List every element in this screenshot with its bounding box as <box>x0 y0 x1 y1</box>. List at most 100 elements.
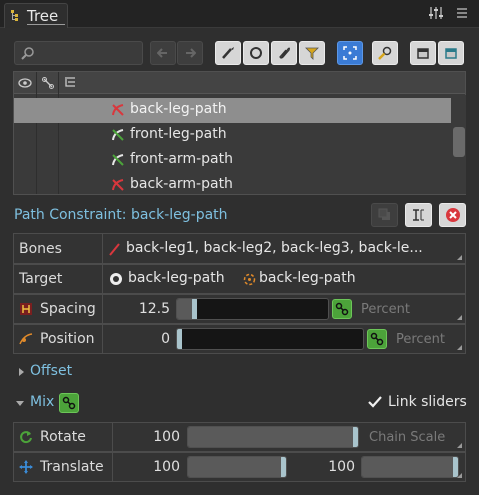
position-mode[interactable]: Percent <box>396 332 445 347</box>
rename-icon <box>412 209 424 221</box>
search-icon <box>21 47 34 60</box>
slider-knob[interactable] <box>177 329 182 349</box>
duplicate-icon <box>378 208 390 220</box>
checkmark-icon[interactable] <box>367 395 383 409</box>
tree-view[interactable]: back-leg-path front-leg-path front-arm-p… <box>13 71 466 195</box>
hierarchy-icon[interactable] <box>64 77 76 89</box>
sliders-icon[interactable] <box>428 6 444 20</box>
filter-slots-button[interactable] <box>243 41 269 65</box>
collapse-icon <box>417 48 429 59</box>
focus-button[interactable] <box>337 41 363 65</box>
tree-row-back-leg-path[interactable]: back-leg-path <box>14 98 451 123</box>
translate-icon <box>19 460 33 474</box>
tree-row-label: front-leg-path <box>130 126 227 142</box>
tree-row-label: back-arm-path <box>130 176 233 192</box>
focus-icon <box>343 46 357 60</box>
slider-knob[interactable] <box>353 427 358 447</box>
tab-label: Tree <box>27 7 59 25</box>
rotate-mode[interactable]: Chain Scale <box>369 430 445 445</box>
tab-bar: Tree <box>0 0 479 28</box>
menu-icon[interactable] <box>456 7 468 19</box>
offset-section-header[interactable]: Offset <box>30 363 72 379</box>
rotate-slider[interactable] <box>187 426 359 448</box>
search-input[interactable] <box>39 44 139 62</box>
tree-icon <box>11 10 18 21</box>
cell-divider <box>112 453 113 481</box>
radio-selected-icon[interactable] <box>109 272 123 286</box>
expand-button[interactable] <box>438 41 464 65</box>
slider-knob[interactable] <box>281 457 286 477</box>
link-icon <box>335 302 349 316</box>
spacing-slider[interactable] <box>176 298 329 320</box>
mix-mode-button[interactable] <box>59 393 79 413</box>
path-green-icon <box>112 154 124 166</box>
spacing-row: Spacing 12.5 Percent <box>13 294 466 324</box>
target-label: Target <box>19 271 63 287</box>
tab-underline <box>27 24 65 25</box>
tree-row-label: back-leg-path <box>130 101 227 117</box>
spacing-icon <box>20 303 32 315</box>
search-field[interactable] <box>14 41 143 65</box>
tree-row-front-leg-path[interactable]: front-leg-path <box>14 123 451 148</box>
bones-value[interactable]: back-leg1, back-leg2, back-leg3, back-le… <box>126 240 423 256</box>
chevron-right-icon[interactable] <box>16 367 26 377</box>
bone-header-icon[interactable] <box>42 77 54 89</box>
rename-button[interactable] <box>405 203 432 227</box>
position-row: Position 0 Percent <box>13 324 466 354</box>
rotate-value[interactable]: 100 <box>124 429 180 445</box>
dropdown-corner <box>457 345 462 350</box>
link-sliders-label[interactable]: Link sliders <box>388 394 467 410</box>
filter-button[interactable] <box>299 41 325 65</box>
link-icon <box>370 332 384 346</box>
translate-y-value[interactable]: 100 <box>299 459 355 475</box>
find-key-button[interactable] <box>372 41 398 65</box>
arrow-right-icon <box>186 48 196 58</box>
mix-section-header[interactable]: Mix <box>30 394 54 410</box>
spacing-mode-button[interactable] <box>332 299 352 319</box>
spacing-label: Spacing <box>40 301 96 317</box>
cell-divider <box>102 295 103 323</box>
path-target-icon <box>243 273 256 286</box>
tab-tree[interactable]: Tree <box>4 3 68 28</box>
target-value[interactable]: back-leg-path <box>128 270 225 286</box>
spacing-value[interactable]: 12.5 <box>114 301 170 317</box>
spacing-mode[interactable]: Percent <box>361 302 410 317</box>
previous-button[interactable] <box>150 41 176 65</box>
position-mode-button[interactable] <box>367 329 387 349</box>
bone-icon <box>109 243 120 256</box>
arrow-left-icon <box>157 48 167 58</box>
tree-row-label: front-arm-path <box>130 151 233 167</box>
bones-row: Bones back-leg1, back-leg2, back-leg3, b… <box>13 233 466 264</box>
tree-row-back-arm-path[interactable]: back-arm-path <box>14 173 451 198</box>
magnify-key-icon <box>378 46 392 60</box>
position-value[interactable]: 0 <box>114 331 170 347</box>
slider-fill <box>188 457 283 477</box>
position-label: Position <box>40 331 95 347</box>
duplicate-button[interactable] <box>371 203 398 227</box>
delete-button[interactable] <box>439 203 466 227</box>
filter-attachments-button[interactable] <box>271 41 297 65</box>
target-path-value[interactable]: back-leg-path <box>259 270 356 286</box>
position-slider[interactable] <box>176 328 364 350</box>
cell-divider <box>102 265 103 293</box>
tree-row-front-arm-path[interactable]: front-arm-path <box>14 148 451 173</box>
dropdown-corner <box>457 255 462 260</box>
slider-knob[interactable] <box>192 299 197 319</box>
translate-x-value[interactable]: 100 <box>124 459 180 475</box>
cell-divider <box>102 234 103 263</box>
delete-icon <box>445 208 460 222</box>
path-red-icon <box>112 179 124 191</box>
bones-label: Bones <box>19 240 62 257</box>
next-button[interactable] <box>177 41 203 65</box>
chevron-down-icon[interactable] <box>15 398 25 408</box>
tree-scroll-thumb[interactable] <box>453 127 465 157</box>
translate-x-slider[interactable] <box>187 456 287 478</box>
translate-row: Translate 100 100 <box>13 452 466 482</box>
position-icon <box>19 333 33 345</box>
eye-icon[interactable] <box>18 77 32 89</box>
rotate-label: Rotate <box>40 429 86 445</box>
dropdown-corner <box>457 315 462 320</box>
filter-bones-button[interactable] <box>215 41 241 65</box>
collapse-button[interactable] <box>410 41 436 65</box>
translate-y-slider[interactable] <box>361 456 459 478</box>
